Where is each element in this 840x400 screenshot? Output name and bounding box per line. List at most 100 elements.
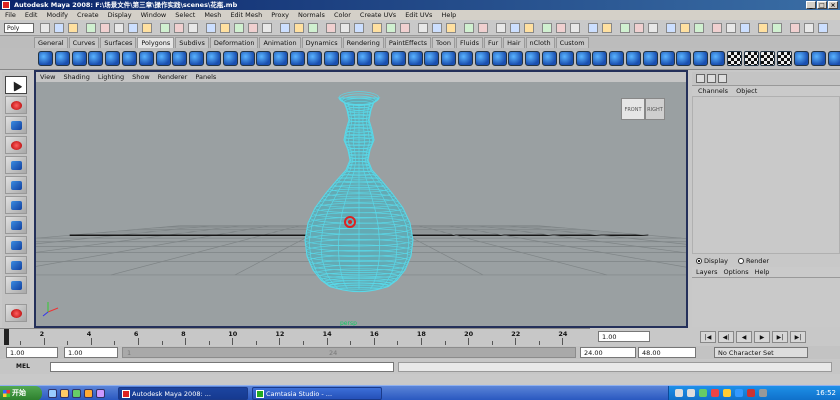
shelf-tool-icon[interactable] <box>290 51 305 66</box>
shelf-tool-icon[interactable] <box>542 51 557 66</box>
menu-modify[interactable]: Modify <box>46 10 68 20</box>
shelf-tool-icon[interactable] <box>105 51 121 66</box>
status-line-icon[interactable] <box>758 23 768 33</box>
command-input[interactable] <box>50 362 394 372</box>
status-line-icon[interactable] <box>418 23 428 33</box>
maximize-icon[interactable]: □ <box>817 1 827 9</box>
panel-menu-view[interactable]: View <box>40 72 55 82</box>
shelf-tool-icon[interactable] <box>122 51 137 66</box>
status-line-icon[interactable] <box>432 23 442 33</box>
shelf-tab-painteffects[interactable]: PaintEffects <box>384 37 432 48</box>
quick-launch-app-icon[interactable] <box>96 389 105 398</box>
quick-launch-browser-icon[interactable] <box>60 389 69 398</box>
render-layer-radio[interactable]: Render <box>737 256 769 267</box>
layer-editor-panel[interactable] <box>692 277 840 327</box>
tray-network-icon[interactable] <box>675 389 683 397</box>
shelf-tool-icon[interactable] <box>609 51 625 66</box>
tray-language-icon[interactable] <box>735 389 743 397</box>
start-button[interactable]: 开始 <box>0 386 42 400</box>
shelf-tool-icon[interactable] <box>206 51 221 66</box>
status-line-icon[interactable] <box>280 23 290 33</box>
shelf-tool-icon[interactable] <box>54 51 70 66</box>
shelf-tool-icon[interactable] <box>239 51 255 66</box>
channels-menu[interactable]: Channels <box>698 86 728 96</box>
display-layer-radio[interactable]: Display <box>696 256 728 267</box>
status-line-icon[interactable] <box>818 23 828 33</box>
options-menu[interactable]: Options <box>724 267 749 277</box>
status-line-icon[interactable] <box>308 23 318 33</box>
taskbar-camtasia-window[interactable]: Camtasia Studio - ... <box>252 387 382 400</box>
current-frame-field[interactable]: 1.00 <box>598 331 650 342</box>
status-line-icon[interactable] <box>524 23 534 33</box>
shelf-tool-icon[interactable] <box>508 51 524 66</box>
shelf-tool-icon[interactable] <box>626 51 641 66</box>
shelf-tool-icon[interactable] <box>273 51 289 66</box>
shelf-tool-icon[interactable] <box>710 51 725 66</box>
menu-color[interactable]: Color <box>334 10 351 20</box>
tray-update-icon[interactable] <box>723 389 731 397</box>
shelf-tab-toon[interactable]: Toon <box>432 37 455 48</box>
layout-four-icon[interactable] <box>5 256 27 274</box>
status-line-icon[interactable] <box>354 23 364 33</box>
status-line-icon[interactable] <box>694 23 704 33</box>
perspective-viewport[interactable]: View Shading Lighting Show Renderer Pane… <box>34 70 688 328</box>
play-backwards-button[interactable]: ◀ <box>736 331 752 343</box>
shelf-tool-icon[interactable] <box>743 51 759 66</box>
shelf-tab-polygons[interactable]: Polygons <box>137 37 175 48</box>
shelf-tab-dynamics[interactable]: Dynamics <box>301 37 342 48</box>
shelf-tool-icon[interactable] <box>222 51 238 66</box>
status-line-icon[interactable] <box>142 23 152 33</box>
tray-volume-icon[interactable] <box>687 389 695 397</box>
shelf-tool-icon[interactable] <box>357 51 373 66</box>
go-to-start-button[interactable]: |◀ <box>700 331 716 343</box>
shelf-tab-ncloth[interactable]: nCloth <box>525 37 555 48</box>
playback-end-field[interactable]: 24.00 <box>580 347 636 358</box>
shelf-tool-icon[interactable] <box>138 51 154 66</box>
shelf-tool-icon[interactable] <box>760 51 776 66</box>
status-line-icon[interactable] <box>726 23 736 33</box>
shelf-tool-icon[interactable] <box>525 51 541 66</box>
select-tool-icon[interactable] <box>5 76 27 94</box>
tray-antivirus-icon[interactable] <box>711 389 719 397</box>
attribute-editor-toggle-icon[interactable] <box>707 74 716 83</box>
menu-edit[interactable]: Edit <box>25 10 38 20</box>
shelf-tool-icon[interactable] <box>374 51 389 66</box>
shelf-tool-icon[interactable] <box>172 51 188 66</box>
status-line-icon[interactable] <box>220 23 230 33</box>
step-forward-key-button[interactable]: ▶| <box>772 331 788 343</box>
shelf-tool-icon[interactable] <box>424 51 440 66</box>
shelf-tool-icon[interactable] <box>558 51 574 66</box>
shelf-tool-icon[interactable] <box>491 51 507 66</box>
status-line-icon[interactable] <box>68 23 78 33</box>
time-slider[interactable]: 2 4 6 8 10 12 14 16 18 20 22 24 <box>0 328 590 345</box>
menu-edit-mesh[interactable]: Edit Mesh <box>230 10 262 20</box>
shelf-tab-fluids[interactable]: Fluids <box>455 37 483 48</box>
status-line-icon[interactable] <box>188 23 198 33</box>
status-line-icon[interactable] <box>496 23 506 33</box>
shelf-tool-icon[interactable] <box>777 51 793 66</box>
shelf-tool-icon[interactable] <box>827 51 840 66</box>
shelf-tab-fur[interactable]: Fur <box>483 37 503 48</box>
menu-file[interactable]: File <box>5 10 16 20</box>
status-line-icon[interactable] <box>620 23 630 33</box>
object-menu[interactable]: Object <box>736 86 757 96</box>
minimize-icon[interactable]: _ <box>806 1 816 9</box>
menu-normals[interactable]: Normals <box>298 10 325 20</box>
status-line-icon[interactable] <box>446 23 456 33</box>
layout-two-icon[interactable] <box>5 276 27 294</box>
lasso-tool-icon[interactable] <box>5 96 27 114</box>
status-line-icon[interactable] <box>340 23 350 33</box>
status-line-icon[interactable] <box>804 23 814 33</box>
shelf-tool-icon[interactable] <box>407 51 423 66</box>
animation-end-field[interactable]: 48.00 <box>638 347 696 358</box>
viewcube[interactable]: FRONT RIGHT <box>621 96 669 124</box>
menu-create-uvs[interactable]: Create UVs <box>360 10 396 20</box>
shelf-tool-icon[interactable] <box>323 51 339 66</box>
tray-misc-icon[interactable] <box>759 389 767 397</box>
paint-select-tool-icon[interactable] <box>5 116 27 134</box>
status-line-icon[interactable] <box>262 23 272 33</box>
status-line-icon[interactable] <box>772 23 782 33</box>
status-line-icon[interactable] <box>570 23 580 33</box>
tool-settings-toggle-icon[interactable] <box>718 74 727 83</box>
status-line-icon[interactable] <box>588 23 598 33</box>
